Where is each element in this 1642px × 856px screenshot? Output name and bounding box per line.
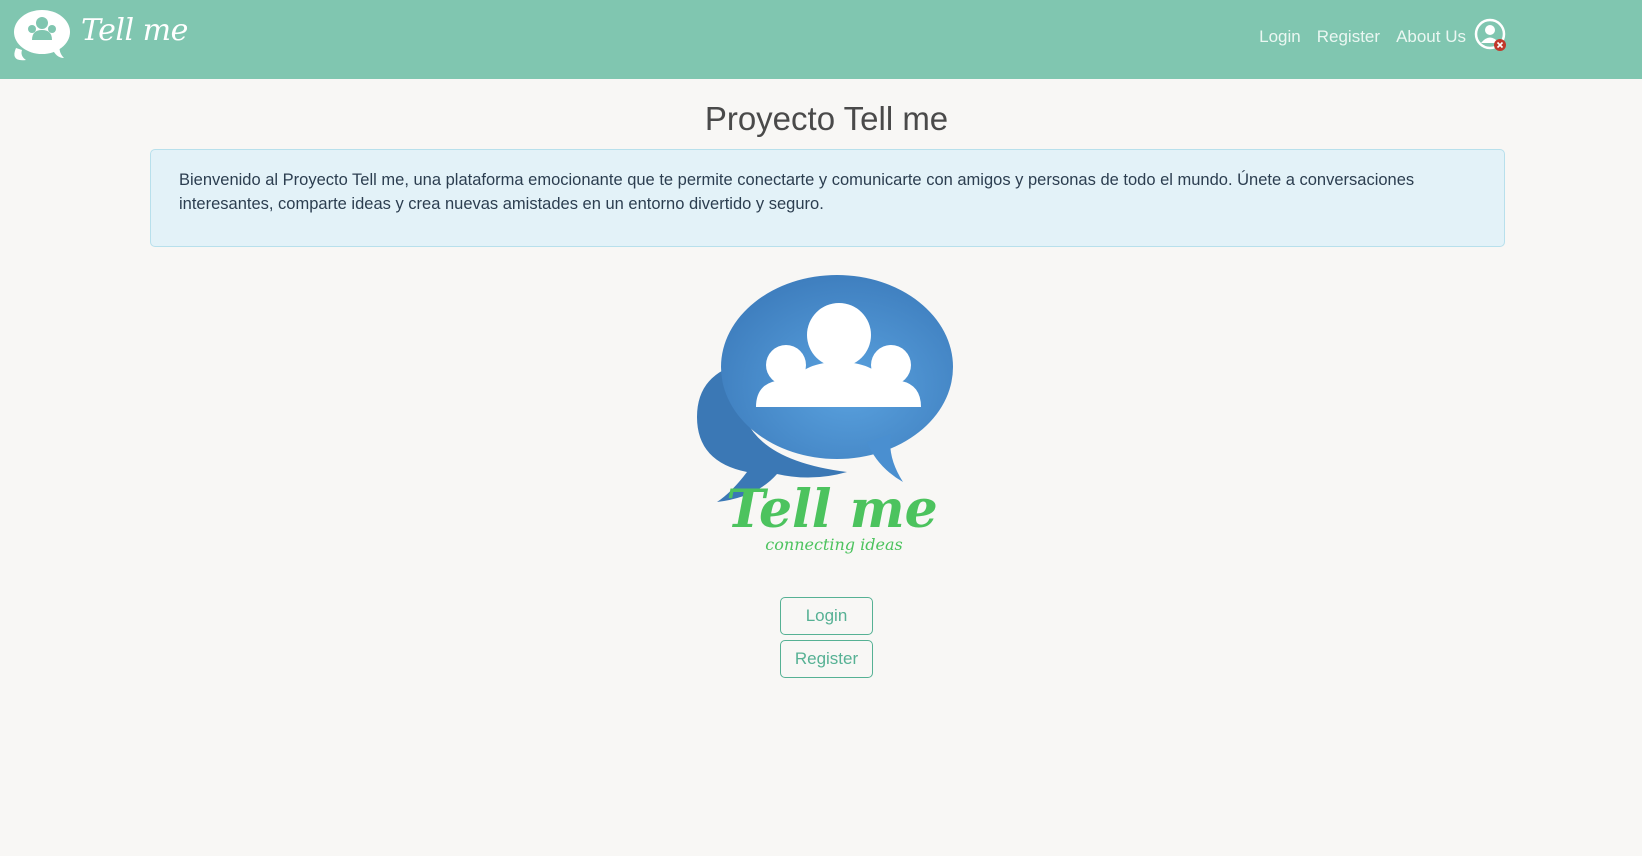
nav-about-us-link[interactable]: About Us <box>1396 24 1466 50</box>
chat-people-logo-icon[interactable] <box>8 8 70 62</box>
welcome-text: Bienvenido al Proyecto Tell me, una plat… <box>179 171 1415 213</box>
nav-login-link[interactable]: Login <box>1259 24 1301 50</box>
page-title: Proyecto Tell me <box>704 100 949 137</box>
logo-text: Tell me <box>726 479 938 540</box>
brand-name[interactable]: Tell me <box>81 13 188 48</box>
nav-links: Login Register About Us <box>1243 18 1508 52</box>
login-button[interactable]: Login <box>780 597 873 635</box>
logo-tagline: connecting ideas <box>765 535 902 554</box>
user-status-icon[interactable] <box>1474 18 1508 52</box>
nav-register-link[interactable]: Register <box>1317 24 1380 50</box>
register-button[interactable]: Register <box>780 640 873 678</box>
welcome-info-box: Bienvenido al Proyecto Tell me, una plat… <box>150 149 1505 247</box>
tell-me-hero-logo: Tell me connecting ideas <box>697 275 953 554</box>
navbar: Tell me Login Register About Us <box>0 0 1642 79</box>
